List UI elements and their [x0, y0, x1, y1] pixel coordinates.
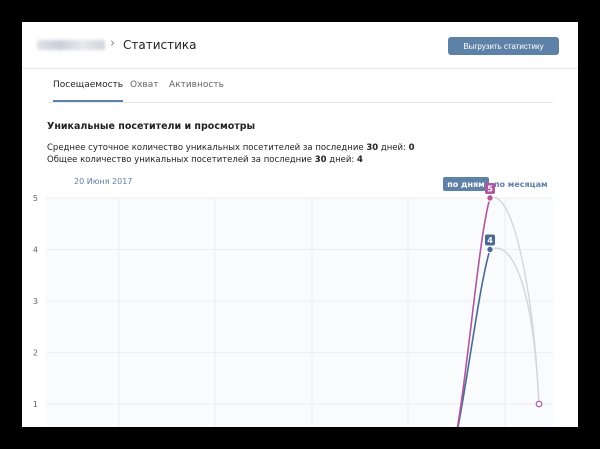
- y-tick-label: 5: [33, 194, 38, 203]
- y-tick-label: 4: [33, 246, 38, 255]
- data-label: 4: [487, 236, 493, 245]
- data-label: 5: [487, 185, 493, 194]
- data-point-end: [535, 400, 543, 408]
- y-tick-label: 2: [33, 349, 38, 358]
- data-point: [486, 194, 494, 202]
- y-tick-label: 3: [33, 297, 38, 306]
- data-point: [486, 245, 494, 254]
- visitors-chart: 5 4 3 2 1 4 5: [33, 183, 553, 427]
- stats-window: › Статистика Выгрузить статистику Посеща…: [22, 22, 578, 427]
- y-tick-label: 1: [33, 400, 38, 409]
